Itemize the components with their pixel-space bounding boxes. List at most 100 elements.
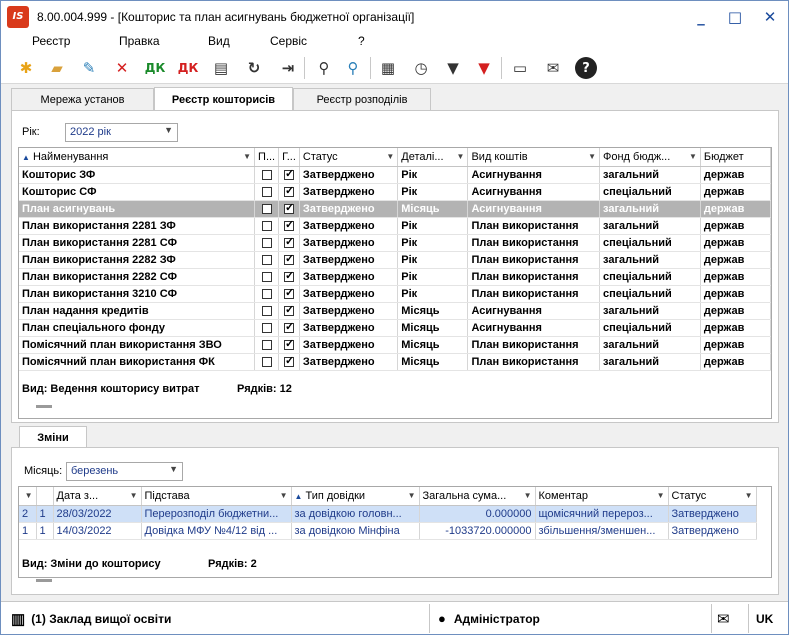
table-row[interactable]: План спеціального фонду ЗатвердженоМісяць… (19, 319, 771, 337)
col-detail[interactable]: Деталі... ▼ (397, 148, 469, 167)
history-icon[interactable]: ◷ (409, 56, 433, 80)
checkbox-p[interactable] (254, 217, 280, 235)
checkbox-p[interactable] (254, 166, 280, 184)
tab-changes[interactable]: Зміни (19, 426, 87, 448)
language-indicator[interactable]: UK (756, 602, 773, 635)
checkbox-g[interactable] (278, 183, 300, 201)
approve-icon[interactable]: ДК (143, 56, 167, 80)
col-basis[interactable]: Підстава ▼ (141, 487, 292, 506)
checkbox[interactable] (284, 201, 294, 214)
unapprove-icon[interactable]: ДК (176, 56, 200, 80)
checkbox-p[interactable] (254, 285, 280, 303)
menu-help[interactable]: ? (358, 32, 365, 48)
checkbox[interactable] (284, 286, 294, 299)
col-p[interactable]: П... (254, 148, 280, 167)
refresh-icon[interactable]: ↻ (242, 56, 266, 80)
checkbox[interactable] (261, 169, 272, 180)
checkbox-g[interactable] (278, 353, 300, 371)
table-row[interactable]: 2 1 28/03/2022 Перерозподіл бюджетни... за д… (19, 505, 757, 523)
checkbox-g[interactable] (278, 285, 300, 303)
checkbox[interactable] (261, 339, 272, 350)
print-icon[interactable]: ▤ (209, 56, 233, 80)
new-doc-icon[interactable]: ✱ (14, 56, 38, 80)
checkbox-p[interactable] (254, 183, 280, 201)
checkbox-p[interactable] (254, 251, 280, 269)
checkbox-p[interactable] (254, 302, 280, 320)
menu-view[interactable]: Вид (208, 32, 230, 48)
col-num[interactable]: ▼ (19, 487, 37, 506)
col-g[interactable]: Г... (278, 148, 300, 167)
checkbox[interactable] (261, 356, 272, 367)
checkbox[interactable] (284, 252, 294, 265)
table-row[interactable]: План використання 2281 ЗФ ЗатвердженоРікП… (19, 217, 771, 235)
search-icon[interactable]: ⚲ (312, 56, 336, 80)
checkbox[interactable] (284, 167, 294, 180)
checkbox-g[interactable] (278, 251, 300, 269)
checkbox-g[interactable] (278, 319, 300, 337)
checkbox-p[interactable] (254, 319, 280, 337)
clear-filter-icon[interactable]: ▼ (472, 56, 496, 80)
col-kind[interactable]: Вид коштів ▼ (467, 148, 600, 167)
checkbox-p[interactable] (254, 353, 280, 371)
menu-registry[interactable]: Реєстр (32, 32, 70, 48)
table-row[interactable]: Кошторис СФ ЗатвердженоРікАсигнуванняспец… (19, 183, 771, 201)
checkbox[interactable] (284, 269, 294, 282)
filter-icon[interactable]: ▼ (441, 56, 465, 80)
checkbox[interactable] (261, 305, 272, 316)
col-budget[interactable]: Бюджет (700, 148, 771, 167)
col-status[interactable]: Статус ▼ (299, 148, 399, 167)
checkbox-g[interactable] (278, 302, 300, 320)
tab-estimates-registry[interactable]: Реєстр кошторисів (154, 87, 293, 111)
table-row[interactable]: План асигнувань ЗатвердженоМісяцьАсигнува… (19, 200, 771, 218)
checkbox[interactable] (284, 354, 294, 367)
org-status[interactable]: ▥ (1) Заклад вищої освіти (11, 602, 171, 635)
checkbox-p[interactable] (254, 268, 280, 286)
edit-doc-icon[interactable]: ✎ (77, 56, 101, 80)
checkbox[interactable] (261, 322, 272, 333)
checkbox-g[interactable] (278, 166, 300, 184)
checkbox[interactable] (284, 337, 294, 350)
checkbox-g[interactable] (278, 268, 300, 286)
exit-icon[interactable]: ⇥ (276, 56, 300, 80)
checkbox[interactable] (284, 235, 294, 248)
checkbox-g[interactable] (278, 336, 300, 354)
checkbox[interactable] (261, 203, 272, 214)
help-icon[interactable]: ? (575, 57, 597, 79)
checkbox[interactable] (284, 303, 294, 316)
splitter-handle[interactable] (36, 579, 52, 582)
tab-institutions[interactable]: Мережа установ (11, 88, 154, 110)
close-button[interactable]: ✕ (752, 1, 788, 32)
menu-service[interactable]: Сервіс (270, 32, 307, 48)
open-folder-icon[interactable]: ▰ (45, 56, 69, 80)
col-count[interactable] (36, 487, 54, 506)
col-comment[interactable]: Коментар ▼ (535, 487, 669, 506)
maximize-button[interactable]: □ (718, 1, 752, 32)
col-change-status[interactable]: Статус ▼ (668, 487, 757, 506)
table-row[interactable]: План використання 2281 СФ ЗатвердженоРікП… (19, 234, 771, 252)
col-fund[interactable]: Фонд бюдж... ▼ (599, 148, 701, 167)
table-row[interactable]: План надання кредитів ЗатвердженоМісяцьАс… (19, 302, 771, 320)
tab-distribution-registry[interactable]: Реєстр розподілів (293, 88, 431, 110)
mail-status-icon[interactable]: ✉ (717, 602, 730, 635)
checkbox-p[interactable] (254, 336, 280, 354)
table-row[interactable]: План використання 2282 ЗФ ЗатвердженоРікП… (19, 251, 771, 269)
table-row[interactable]: Кошторис ЗФ ЗатвердженоРікАсигнуваннязага… (19, 166, 771, 184)
month-select[interactable]: березень ▼ (66, 462, 183, 481)
checkbox-p[interactable] (254, 234, 280, 252)
minimize-button[interactable]: _ (684, 1, 718, 32)
checkbox[interactable] (261, 186, 272, 197)
col-name[interactable]: ▲ Найменування ▼ (19, 148, 256, 167)
table-row[interactable]: Помісячний план використання ЗВО Затвердж… (19, 336, 771, 354)
year-select[interactable]: 2022 рік ▼ (65, 123, 178, 142)
checkbox[interactable] (261, 271, 272, 282)
table-row[interactable]: Помісячний план використання ФК Затвердже… (19, 353, 771, 371)
checkbox-g[interactable] (278, 234, 300, 252)
table-row[interactable]: План використання 3210 СФ ЗатвердженоРікП… (19, 285, 771, 303)
checkbox-p[interactable] (254, 200, 280, 218)
table-row[interactable]: 1 1 14/03/2022 Довідка МФУ №4/12 від ... за … (19, 522, 757, 540)
col-date[interactable]: Дата з... ▼ (53, 487, 142, 506)
checkbox[interactable] (261, 220, 272, 231)
checkbox[interactable] (261, 254, 272, 265)
mail-icon[interactable]: ✉ (541, 56, 565, 80)
delete-doc-icon[interactable]: ✕ (110, 56, 134, 80)
